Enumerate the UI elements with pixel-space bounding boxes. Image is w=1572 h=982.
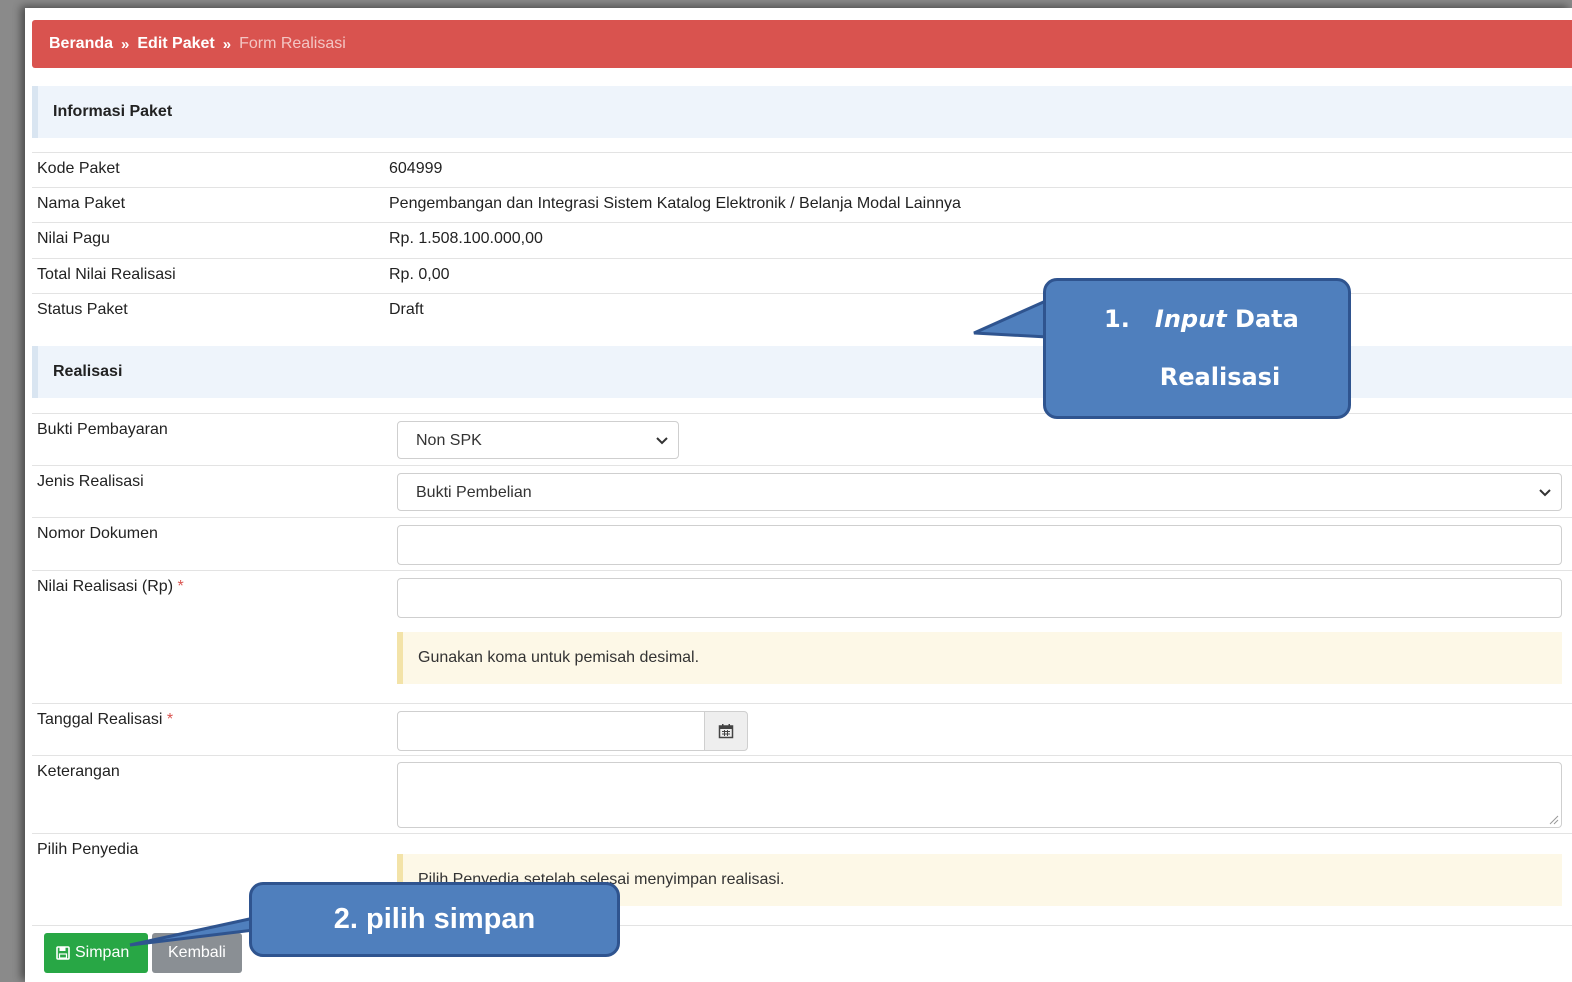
callout-text: Data: [1235, 305, 1299, 333]
callout-number: 1.: [1104, 305, 1130, 333]
callout-input-data-realisasi: 1. Input Data Realisasi: [1043, 278, 1351, 419]
callout-pointers: [129, 297, 1050, 947]
callout-text: 2. pilih simpan: [333, 903, 536, 935]
callout-pointer-2: [129, 916, 256, 947]
callout-pointer-1: [973, 297, 1050, 339]
callout-line-2: Realisasi: [1159, 363, 1281, 391]
callout-pilih-simpan: 2. pilih simpan: [249, 882, 620, 957]
callout-line-1: 1. Input Data: [1104, 305, 1299, 333]
callout-emphasis: Input: [1154, 305, 1227, 333]
